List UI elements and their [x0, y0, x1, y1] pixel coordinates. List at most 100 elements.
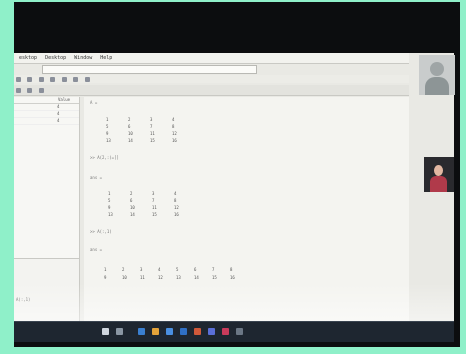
matlab-window: esktop Desktop Window Help Value 4 4 4 A… [14, 53, 454, 335]
matrix-cell: 14 [130, 212, 135, 217]
matrix-cell: 11 [150, 131, 155, 136]
search-icon[interactable] [116, 328, 123, 335]
menu-item-help[interactable]: Help [100, 55, 112, 61]
mail-icon[interactable] [180, 328, 187, 335]
matrix-cell: 6 [128, 124, 131, 129]
workspace-header: Value [14, 97, 79, 104]
matrix-cell: 11 [140, 275, 145, 280]
start-icon[interactable] [102, 328, 109, 335]
matlab-icon[interactable] [194, 328, 201, 335]
matrix-cell: 16 [172, 138, 177, 143]
output-label-ans: ans = [90, 247, 103, 252]
toolbar-main [14, 75, 409, 83]
app-icon[interactable] [222, 328, 229, 335]
toolbar-shortcuts [14, 85, 409, 96]
matrix-cell: 4 [172, 117, 175, 122]
matrix-cell: 12 [172, 131, 177, 136]
workspace-value: 4 [57, 104, 60, 109]
matrix-cell: 3 [152, 191, 155, 196]
matrix-cell: 5 [106, 124, 109, 129]
participant-silhouette [425, 77, 449, 95]
menu-item-desktop-2[interactable]: Desktop [45, 55, 66, 61]
open-folder-icon[interactable] [27, 76, 33, 82]
menu-item-desktop[interactable]: esktop [19, 55, 37, 61]
matrix-cell: 14 [128, 138, 133, 143]
matrix-cell: 15 [212, 275, 217, 280]
video-tile-participant-1[interactable] [419, 55, 455, 95]
matrix-cell: 2 [122, 267, 125, 272]
matrix-cell: 9 [108, 205, 111, 210]
matrix-cell: 1 [108, 191, 111, 196]
workspace-row[interactable]: 4 [14, 111, 79, 118]
redo-icon[interactable] [84, 76, 90, 82]
command-history-panel: A(:,1) [14, 258, 80, 324]
edge-icon[interactable] [138, 328, 145, 335]
menu-item-window[interactable]: Window [74, 55, 92, 61]
matrix-cell: 1 [106, 117, 109, 122]
store-icon[interactable] [166, 328, 173, 335]
matrix-cell: 10 [130, 205, 135, 210]
output-label-a: A = [90, 100, 98, 105]
workspace-row[interactable]: 4 [14, 104, 79, 111]
matrix-cell: 12 [158, 275, 163, 280]
matrix-cell: 12 [174, 205, 179, 210]
workspace-row[interactable]: 4 [14, 118, 79, 125]
paste-icon[interactable] [61, 76, 67, 82]
matrix-cell: 13 [106, 138, 111, 143]
matrix-cell: 15 [150, 138, 155, 143]
matrix-cell: 3 [150, 117, 153, 122]
command-line: >> A(:,1) [90, 229, 112, 234]
matrix-cell: 4 [158, 267, 161, 272]
matrix-cell: 15 [152, 212, 157, 217]
copy-icon[interactable] [50, 76, 56, 82]
matrix-cell: 7 [150, 124, 153, 129]
matrix-cell: 9 [106, 131, 109, 136]
matrix-cell: 3 [140, 267, 143, 272]
matrix-cell: 6 [130, 198, 133, 203]
shortcut-icon[interactable] [16, 87, 21, 93]
matrix-cell: 7 [212, 267, 215, 272]
cut-icon[interactable] [38, 76, 44, 82]
matrix-cell: 6 [194, 267, 197, 272]
participant-avatar-icon [430, 62, 444, 76]
video-tile-participant-2[interactable] [424, 157, 454, 192]
current-folder-field[interactable] [42, 65, 257, 74]
command-window[interactable]: A = 1 2 3 4 5 6 7 8 9 10 11 12 13 14 15 16 >> A(2,:)=[] an… [84, 97, 409, 325]
matrix-cell: 10 [122, 275, 127, 280]
history-line[interactable]: A(:,1) [16, 297, 30, 302]
matrix-cell: 10 [128, 131, 133, 136]
forward-icon[interactable] [38, 87, 44, 93]
undo-icon[interactable] [73, 76, 79, 82]
output-label-ans: ans = [90, 175, 103, 180]
new-file-icon[interactable] [16, 76, 21, 82]
matrix-cell: 5 [108, 198, 111, 203]
workspace-col-value: Value [58, 97, 71, 102]
matrix-cell: 14 [194, 275, 199, 280]
monitor-bezel: esktop Desktop Window Help Value 4 4 4 A… [14, 2, 460, 347]
matrix-cell: 1 [104, 267, 107, 272]
matrix-cell: 4 [174, 191, 177, 196]
participant-clothing [430, 176, 447, 192]
matrix-cell: 8 [174, 198, 177, 203]
menu-bar: esktop Desktop Window Help [14, 53, 409, 64]
workspace-value: 4 [57, 111, 60, 116]
matrix-cell: 8 [172, 124, 175, 129]
matrix-cell: 7 [152, 198, 155, 203]
participant-face [434, 165, 443, 176]
matrix-cell: 9 [104, 275, 107, 280]
matrix-cell: 16 [174, 212, 179, 217]
matrix-cell: 13 [108, 212, 113, 217]
matrix-cell: 2 [130, 191, 133, 196]
matrix-cell: 11 [152, 205, 157, 210]
matrix-cell: 16 [230, 275, 235, 280]
matrix-cell: 8 [230, 267, 233, 272]
file-explorer-icon[interactable] [152, 328, 159, 335]
app-icon-2[interactable] [236, 328, 243, 335]
command-line: >> A(2,:)=[] [90, 155, 119, 160]
matrix-cell: 13 [176, 275, 181, 280]
matrix-cell: 2 [128, 117, 131, 122]
matrix-cell: 5 [176, 267, 179, 272]
taskbar [14, 321, 454, 342]
back-icon[interactable] [27, 87, 33, 93]
meet-icon[interactable] [208, 328, 215, 335]
